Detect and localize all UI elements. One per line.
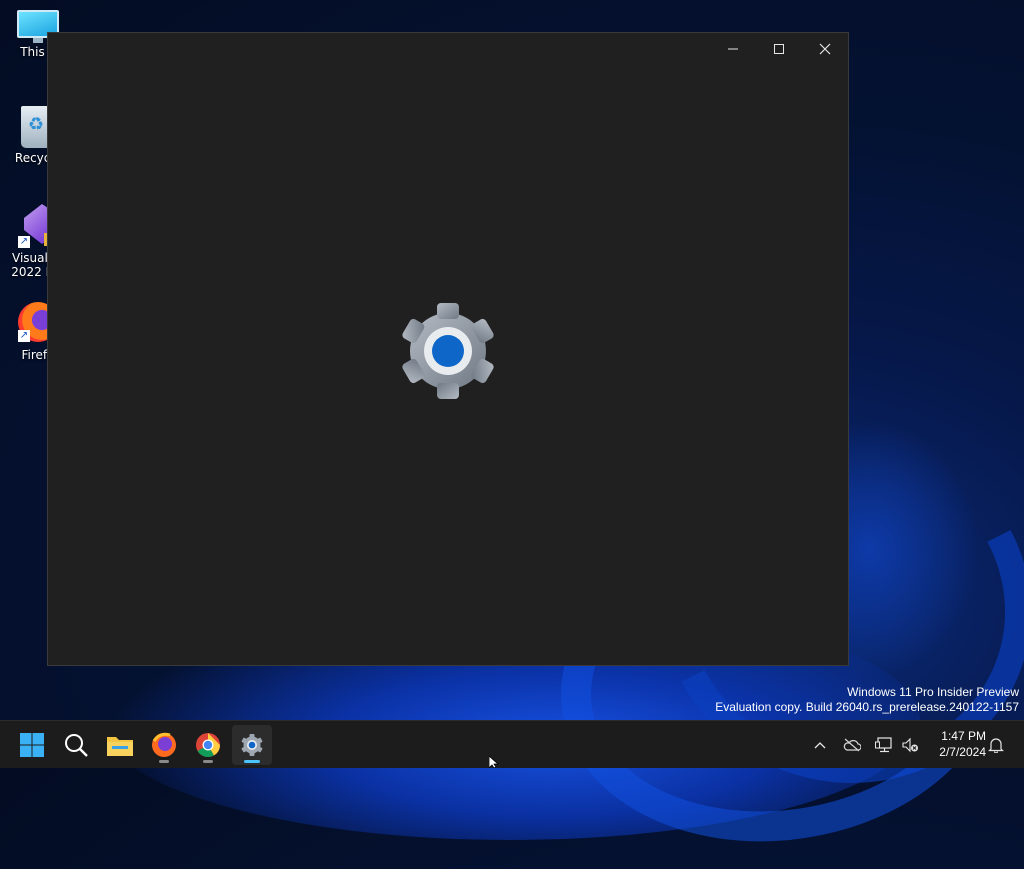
firefox-taskbar-button[interactable]: [144, 725, 184, 765]
chrome-icon: [196, 733, 220, 758]
search-icon: [65, 734, 88, 757]
shortcut-arrow-icon: ↗: [18, 236, 30, 248]
running-indicator: [203, 760, 213, 763]
onedrive-button[interactable]: [840, 721, 864, 769]
notifications-button[interactable]: [984, 721, 1008, 769]
settings-taskbar-button[interactable]: [232, 725, 272, 765]
notification-bell-icon: [988, 738, 1004, 753]
close-icon: [819, 43, 831, 55]
minimize-button[interactable]: [710, 33, 756, 65]
clock-time: 1:47 PM: [941, 729, 986, 743]
volume-button[interactable]: [898, 721, 922, 769]
settings-window[interactable]: [47, 32, 849, 666]
clock-date: 2/7/2024: [939, 745, 986, 759]
show-hidden-icons-button[interactable]: [808, 721, 832, 769]
taskbar: 1:47 PM 2/7/2024: [0, 720, 1024, 768]
settings-gear-icon: [398, 301, 498, 401]
chevron-up-icon: [814, 742, 826, 749]
maximize-icon: [774, 44, 784, 54]
file-explorer-icon: [107, 737, 133, 756]
shortcut-arrow-icon: ↗: [18, 330, 30, 342]
network-icon: [875, 737, 892, 753]
volume-muted-icon: [902, 737, 918, 753]
start-icon: [20, 733, 44, 757]
chrome-taskbar-button[interactable]: [188, 725, 228, 765]
taskbar-clock[interactable]: 1:47 PM 2/7/2024: [926, 728, 986, 760]
settings-icon: [241, 734, 263, 756]
maximize-button[interactable]: [756, 33, 802, 65]
watermark-line-1: Windows 11 Pro Insider Preview: [847, 685, 1019, 699]
network-button[interactable]: [872, 721, 896, 769]
file-explorer-button[interactable]: [100, 725, 140, 765]
search-button[interactable]: [56, 725, 96, 765]
start-button[interactable]: [12, 725, 52, 765]
mouse-cursor-icon: [489, 756, 500, 768]
minimize-icon: [728, 48, 738, 50]
evaluation-watermark: Windows 11 Pro Insider Preview Evaluatio…: [715, 685, 1019, 715]
onedrive-icon: [843, 738, 861, 752]
firefox-icon: [152, 732, 176, 757]
running-indicator: [159, 760, 169, 763]
watermark-line-2: Evaluation copy. Build 26040.rs_prerelea…: [715, 700, 1019, 714]
active-indicator: [244, 760, 260, 763]
close-button[interactable]: [802, 33, 848, 65]
